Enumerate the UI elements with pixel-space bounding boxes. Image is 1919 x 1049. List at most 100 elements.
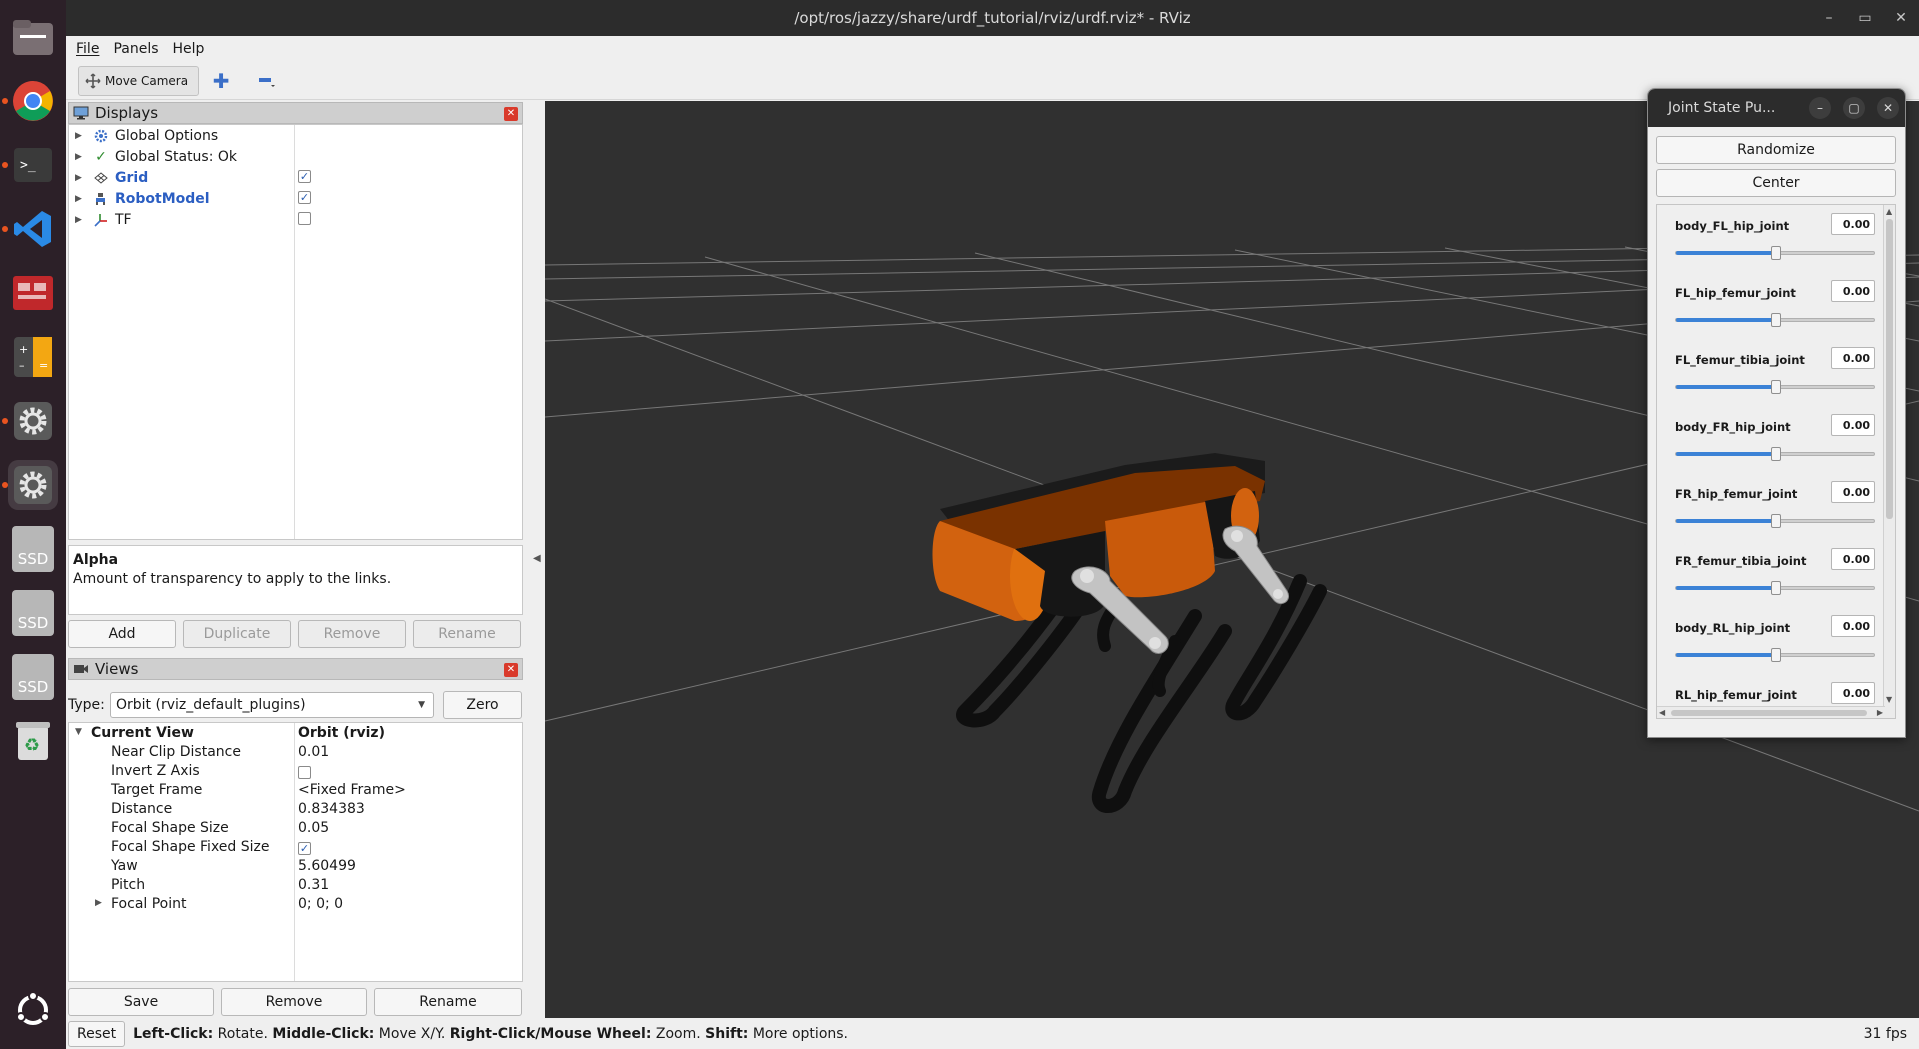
maximize-icon[interactable]: ▭ — [1847, 10, 1883, 26]
ssd-drive-1[interactable]: SSD — [8, 524, 58, 574]
ssd-drive-2[interactable]: SSD — [8, 588, 58, 638]
view-prop-row[interactable]: ▶ Focal Point 0; 0; 0 — [69, 896, 524, 915]
joint-value-input[interactable]: 0.00 — [1831, 213, 1875, 235]
joint-row[interactable]: FL_femur_tibia_joint 0.00 — [1657, 339, 1885, 406]
jsp-minimize-icon[interactable]: – — [1809, 97, 1831, 119]
view-prop-row[interactable]: Target Frame <Fixed Frame> — [69, 782, 524, 801]
joint-slider[interactable] — [1675, 514, 1875, 528]
duplicate-display-button[interactable]: Duplicate — [183, 620, 291, 648]
settings-icon-2[interactable] — [2, 460, 58, 510]
expand-arrow-icon[interactable]: ▶ — [95, 898, 102, 908]
view-type-select[interactable]: Orbit (rviz_default_plugins) ▼ — [110, 692, 434, 718]
joint-row[interactable]: body_FL_hip_joint 0.00 — [1657, 205, 1885, 272]
save-view-button[interactable]: Save — [68, 988, 214, 1016]
display-global-status[interactable]: ▶ ✓ Global Status: Ok — [69, 146, 524, 167]
joint-value-input[interactable]: 0.00 — [1831, 682, 1875, 704]
collapse-arrow-icon[interactable]: ▼ — [75, 727, 82, 737]
files-icon[interactable] — [8, 12, 58, 62]
joint-slider-handle[interactable] — [1771, 246, 1781, 260]
robotmodel-enabled-checkbox[interactable]: ✓ — [298, 191, 311, 204]
jsp-close-icon[interactable]: ✕ — [1877, 97, 1899, 119]
center-button[interactable]: Center — [1656, 169, 1896, 197]
display-tf[interactable]: ▶ TF — [69, 209, 524, 230]
window-titlebar[interactable]: /opt/ros/jazzy/share/urdf_tutorial/rviz/… — [66, 0, 1919, 36]
joint-value-input[interactable]: 0.00 — [1831, 548, 1875, 570]
joint-row[interactable]: FR_hip_femur_joint 0.00 — [1657, 473, 1885, 540]
prop-value[interactable]: 0.31 — [298, 877, 329, 893]
joint-slider-handle[interactable] — [1771, 380, 1781, 394]
jsp-horizontal-scrollbar[interactable]: ◀ ▶ — [1657, 706, 1885, 718]
collapse-left-handle[interactable]: ◀ — [533, 553, 541, 564]
rename-display-button[interactable]: Rename — [413, 620, 521, 648]
app-icon[interactable] — [8, 268, 58, 318]
view-prop-row[interactable]: Distance 0.834383 — [69, 801, 524, 820]
jsp-hscroll-thumb[interactable] — [1671, 710, 1867, 716]
menu-file[interactable]: File — [76, 41, 99, 57]
close-views-icon[interactable]: ✕ — [504, 663, 518, 677]
close-displays-icon[interactable]: ✕ — [504, 107, 518, 121]
vscode-icon[interactable] — [2, 204, 58, 254]
focal-fixed-size-checkbox[interactable]: ✓ — [298, 842, 311, 855]
rename-view-button[interactable]: Rename — [374, 988, 522, 1016]
expand-arrow-icon[interactable]: ▶ — [75, 215, 87, 225]
joint-value-input[interactable]: 0.00 — [1831, 414, 1875, 436]
prop-value[interactable]: 5.60499 — [298, 858, 356, 874]
joint-slider-handle[interactable] — [1771, 447, 1781, 461]
remove-tool-icon[interactable] — [253, 67, 281, 95]
zero-view-button[interactable]: Zero — [443, 691, 522, 719]
prop-value[interactable]: 0.834383 — [298, 801, 365, 817]
prop-value[interactable]: 0.01 — [298, 744, 329, 760]
view-prop-row[interactable]: Focal Shape Size 0.05 — [69, 820, 524, 839]
joint-value-input[interactable]: 0.00 — [1831, 481, 1875, 503]
display-robotmodel[interactable]: ▶ RobotModel ✓ — [69, 188, 524, 209]
remove-display-button[interactable]: Remove — [298, 620, 406, 648]
scroll-right-icon[interactable]: ▶ — [1877, 708, 1883, 717]
move-camera-button[interactable]: Move Camera — [78, 65, 200, 96]
settings-icon[interactable] — [2, 396, 58, 446]
joint-slider-handle[interactable] — [1771, 313, 1781, 327]
remove-view-button[interactable]: Remove — [221, 988, 367, 1016]
joint-row[interactable]: body_FR_hip_joint 0.00 — [1657, 406, 1885, 473]
chrome-icon[interactable] — [2, 76, 58, 126]
prop-value[interactable]: 0; 0; 0 — [298, 896, 343, 912]
randomize-button[interactable]: Randomize — [1656, 136, 1896, 164]
grid-enabled-checkbox[interactable]: ✓ — [298, 170, 311, 183]
prop-value[interactable]: <Fixed Frame> — [298, 782, 406, 798]
joint-slider-handle[interactable] — [1771, 581, 1781, 595]
joint-value-input[interactable]: 0.00 — [1831, 615, 1875, 637]
calculator-icon[interactable]: + – = — [8, 332, 58, 382]
joint-row[interactable]: FL_hip_femur_joint 0.00 — [1657, 272, 1885, 339]
expand-arrow-icon[interactable]: ▶ — [75, 194, 87, 204]
joint-slider[interactable] — [1675, 581, 1875, 595]
close-icon[interactable]: ✕ — [1883, 10, 1919, 26]
trash-icon[interactable]: ♻ — [8, 716, 58, 766]
current-view-row[interactable]: ▼ Current View Orbit (rviz) — [69, 725, 524, 744]
jsp-vscroll-thumb[interactable] — [1886, 219, 1893, 519]
menu-help[interactable]: Help — [173, 41, 205, 57]
expand-arrow-icon[interactable]: ▶ — [75, 131, 87, 141]
view-prop-row[interactable]: Invert Z Axis — [69, 763, 524, 782]
scroll-left-icon[interactable]: ◀ — [1659, 708, 1665, 717]
jsp-titlebar[interactable]: Joint State Pu... – ▢ ✕ — [1648, 89, 1905, 127]
terminal-icon[interactable]: >_ — [2, 140, 58, 190]
joint-state-publisher-window[interactable]: Joint State Pu... – ▢ ✕ Randomize Center… — [1647, 88, 1906, 738]
joint-slider-list[interactable]: body_FL_hip_joint 0.00 FL_hip_femur_joint 0… — [1656, 204, 1896, 719]
tf-enabled-checkbox[interactable] — [298, 212, 311, 225]
view-prop-row[interactable]: Yaw 5.60499 — [69, 858, 524, 877]
joint-value-input[interactable]: 0.00 — [1831, 280, 1875, 302]
view-prop-row[interactable]: Focal Shape Fixed Size ✓ — [69, 839, 524, 858]
joint-slider-handle[interactable] — [1771, 648, 1781, 662]
display-global-options[interactable]: ▶ Global Options — [69, 125, 524, 146]
invert-z-checkbox[interactable] — [298, 766, 311, 779]
joint-slider-handle[interactable] — [1771, 514, 1781, 528]
display-grid[interactable]: ▶ Grid ✓ — [69, 167, 524, 188]
add-tool-icon[interactable]: ✚ — [207, 67, 235, 95]
view-prop-row[interactable]: Near Clip Distance 0.01 — [69, 744, 524, 763]
reset-button[interactable]: Reset — [68, 1020, 126, 1047]
prop-value[interactable]: 0.05 — [298, 820, 329, 836]
joint-slider[interactable] — [1675, 313, 1875, 327]
menu-panels[interactable]: Panels — [113, 41, 158, 57]
joint-slider[interactable] — [1675, 380, 1875, 394]
joint-value-input[interactable]: 0.00 — [1831, 347, 1875, 369]
robot-model[interactable] — [932, 453, 1327, 813]
